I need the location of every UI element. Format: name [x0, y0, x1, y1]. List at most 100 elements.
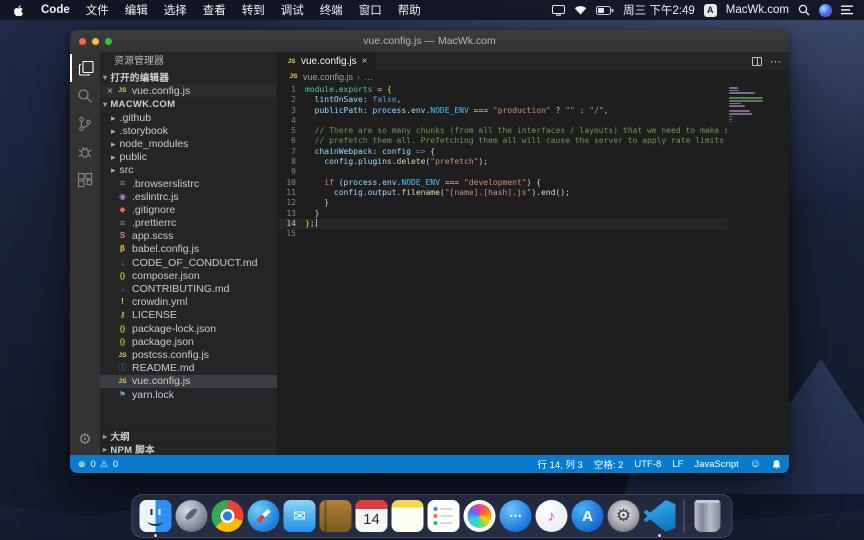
status-item[interactable]: JavaScript: [694, 459, 738, 470]
file-item-vue.config.js[interactable]: vue.config.js: [100, 375, 277, 388]
dock-finder[interactable]: [140, 500, 172, 532]
minimap[interactable]: [727, 83, 789, 455]
menu-item[interactable]: 终端: [320, 5, 343, 17]
menu-item[interactable]: 转到: [242, 5, 265, 17]
code-line[interactable]: 1module.exports = {: [278, 85, 789, 95]
warnings-count[interactable]: 0: [113, 459, 118, 470]
file-item-.eslintrc.js[interactable]: .eslintrc.js: [100, 190, 277, 203]
file-item-.github[interactable]: .github: [100, 111, 277, 124]
dock-mail[interactable]: [284, 500, 316, 532]
errors-count[interactable]: 0: [91, 459, 96, 470]
file-item-postcss.config.js[interactable]: postcss.config.js: [100, 348, 277, 361]
code-editor[interactable]: 1module.exports = {2 lintOnSave: false,3…: [278, 83, 789, 455]
sidebar-section-NPM 脚本[interactable]: NPM 脚本: [100, 442, 277, 455]
code-line[interactable]: 13 }: [278, 209, 789, 219]
file-item-.browserslistrc[interactable]: .browserslistrc: [100, 177, 277, 190]
file-item-node_modules[interactable]: node_modules: [100, 137, 277, 150]
file-item-package-lock.json[interactable]: package-lock.json: [100, 322, 277, 335]
code-line[interactable]: 12 }: [278, 198, 789, 208]
file-item-composer.json[interactable]: composer.json: [100, 269, 277, 282]
spotlight-search-icon[interactable]: [798, 4, 810, 16]
sidebar-section-大纲[interactable]: 大纲: [100, 429, 277, 442]
input-method-icon[interactable]: A: [704, 4, 717, 17]
file-item-LICENSE[interactable]: LICENSE: [100, 309, 277, 322]
source-control-icon[interactable]: [70, 110, 100, 138]
dock-notes[interactable]: [392, 500, 424, 532]
dock-contacts[interactable]: [320, 500, 352, 532]
dock-itunes[interactable]: [536, 500, 568, 532]
code-line[interactable]: 7 chainWebpack: config => {: [278, 147, 789, 157]
explorer-icon[interactable]: [70, 54, 100, 82]
code-line[interactable]: 14};: [278, 219, 789, 229]
settings-gear-icon[interactable]: ⚙: [78, 432, 91, 447]
dock-vscode[interactable]: [644, 500, 676, 532]
file-item-CONTRIBUTING.md[interactable]: CONTRIBUTING.md: [100, 282, 277, 295]
menu-item[interactable]: 选择: [164, 5, 187, 17]
title-bar[interactable]: vue.config.js — MacWk.com: [70, 30, 789, 52]
file-item-babel.config.js[interactable]: babel.config.js: [100, 243, 277, 256]
wifi-icon[interactable]: [574, 5, 587, 15]
dock-calendar[interactable]: 14: [356, 500, 388, 532]
close-icon[interactable]: [107, 85, 113, 97]
menu-status-text[interactable]: MacWk.com: [726, 4, 789, 16]
file-item-public[interactable]: public: [100, 151, 277, 164]
file-item-README.md[interactable]: README.md: [100, 362, 277, 375]
dock-settings[interactable]: [608, 500, 640, 532]
more-actions-icon[interactable]: [770, 52, 781, 70]
battery-icon[interactable]: [596, 6, 614, 15]
open-editor-item[interactable]: vue.config.js: [100, 84, 277, 97]
code-line[interactable]: 4: [278, 116, 789, 126]
file-item-app.scss[interactable]: app.scss: [100, 230, 277, 243]
file-item-package.json[interactable]: package.json: [100, 335, 277, 348]
menu-app-name[interactable]: Code: [41, 4, 70, 16]
siri-icon[interactable]: [819, 4, 832, 17]
root-folder-header[interactable]: MACWK.COM: [100, 97, 277, 111]
menu-item[interactable]: 帮助: [398, 5, 421, 17]
dock-reminders[interactable]: [428, 500, 460, 532]
close-tab-icon[interactable]: [362, 56, 368, 67]
search-icon[interactable]: [70, 82, 100, 110]
notification-center-icon[interactable]: [841, 5, 854, 15]
dock-trash[interactable]: [693, 500, 725, 532]
notifications-bell-icon[interactable]: [772, 459, 781, 470]
status-item[interactable]: UTF-8: [634, 459, 661, 470]
open-editors-header[interactable]: 打开的编辑器: [100, 70, 277, 84]
menu-item[interactable]: 窗口: [359, 5, 382, 17]
extensions-icon[interactable]: [70, 166, 100, 194]
menu-clock[interactable]: 周三 下午2:49: [623, 2, 695, 18]
dock-photos[interactable]: [464, 500, 496, 532]
code-line[interactable]: 2 lintOnSave: false,: [278, 95, 789, 105]
split-editor-icon[interactable]: [752, 57, 762, 66]
menu-item[interactable]: 查看: [203, 5, 226, 17]
status-item[interactable]: LF: [672, 459, 683, 470]
status-item[interactable]: 行 14, 列 3: [537, 457, 582, 471]
code-line[interactable]: 6 // prefetch them all. Prefetching them…: [278, 136, 789, 146]
dock-messages[interactable]: [500, 500, 532, 532]
dock-chrome[interactable]: [212, 500, 244, 532]
file-item-.storybook[interactable]: .storybook: [100, 124, 277, 137]
dock-safari[interactable]: [248, 500, 280, 532]
breadcrumb[interactable]: vue.config.js …: [278, 70, 789, 83]
file-item-src[interactable]: src: [100, 164, 277, 177]
menu-item[interactable]: 编辑: [125, 5, 148, 17]
status-item[interactable]: 空格: 2: [594, 457, 624, 471]
warnings-icon[interactable]: ⚠: [100, 459, 108, 470]
code-line[interactable]: 8 config.plugins.delete("prefetch");: [278, 157, 789, 167]
menu-item[interactable]: 文件: [86, 5, 109, 17]
menu-item[interactable]: 调试: [281, 5, 304, 17]
debug-icon[interactable]: [70, 138, 100, 166]
display-icon[interactable]: [552, 5, 565, 16]
code-line[interactable]: 10 if (process.env.NODE_ENV === "develop…: [278, 178, 789, 188]
code-line[interactable]: 15: [278, 229, 789, 239]
file-item-.prettierrc[interactable]: .prettierrc: [100, 217, 277, 230]
dock-appstore[interactable]: [572, 500, 604, 532]
code-line[interactable]: 5 // There are so many chunks (from all …: [278, 126, 789, 136]
tab-vue-config[interactable]: vue.config.js: [278, 52, 376, 70]
apple-logo-icon[interactable]: [12, 4, 25, 17]
code-line[interactable]: 9: [278, 167, 789, 177]
file-item-.gitignore[interactable]: .gitignore: [100, 203, 277, 216]
code-line[interactable]: 11 config.output.filename("[name].[hash]…: [278, 188, 789, 198]
errors-icon[interactable]: ⊗: [78, 459, 86, 470]
file-item-CODE_OF_CONDUCT.md[interactable]: CODE_OF_CONDUCT.md: [100, 256, 277, 269]
file-item-yarn.lock[interactable]: yarn.lock: [100, 388, 277, 401]
